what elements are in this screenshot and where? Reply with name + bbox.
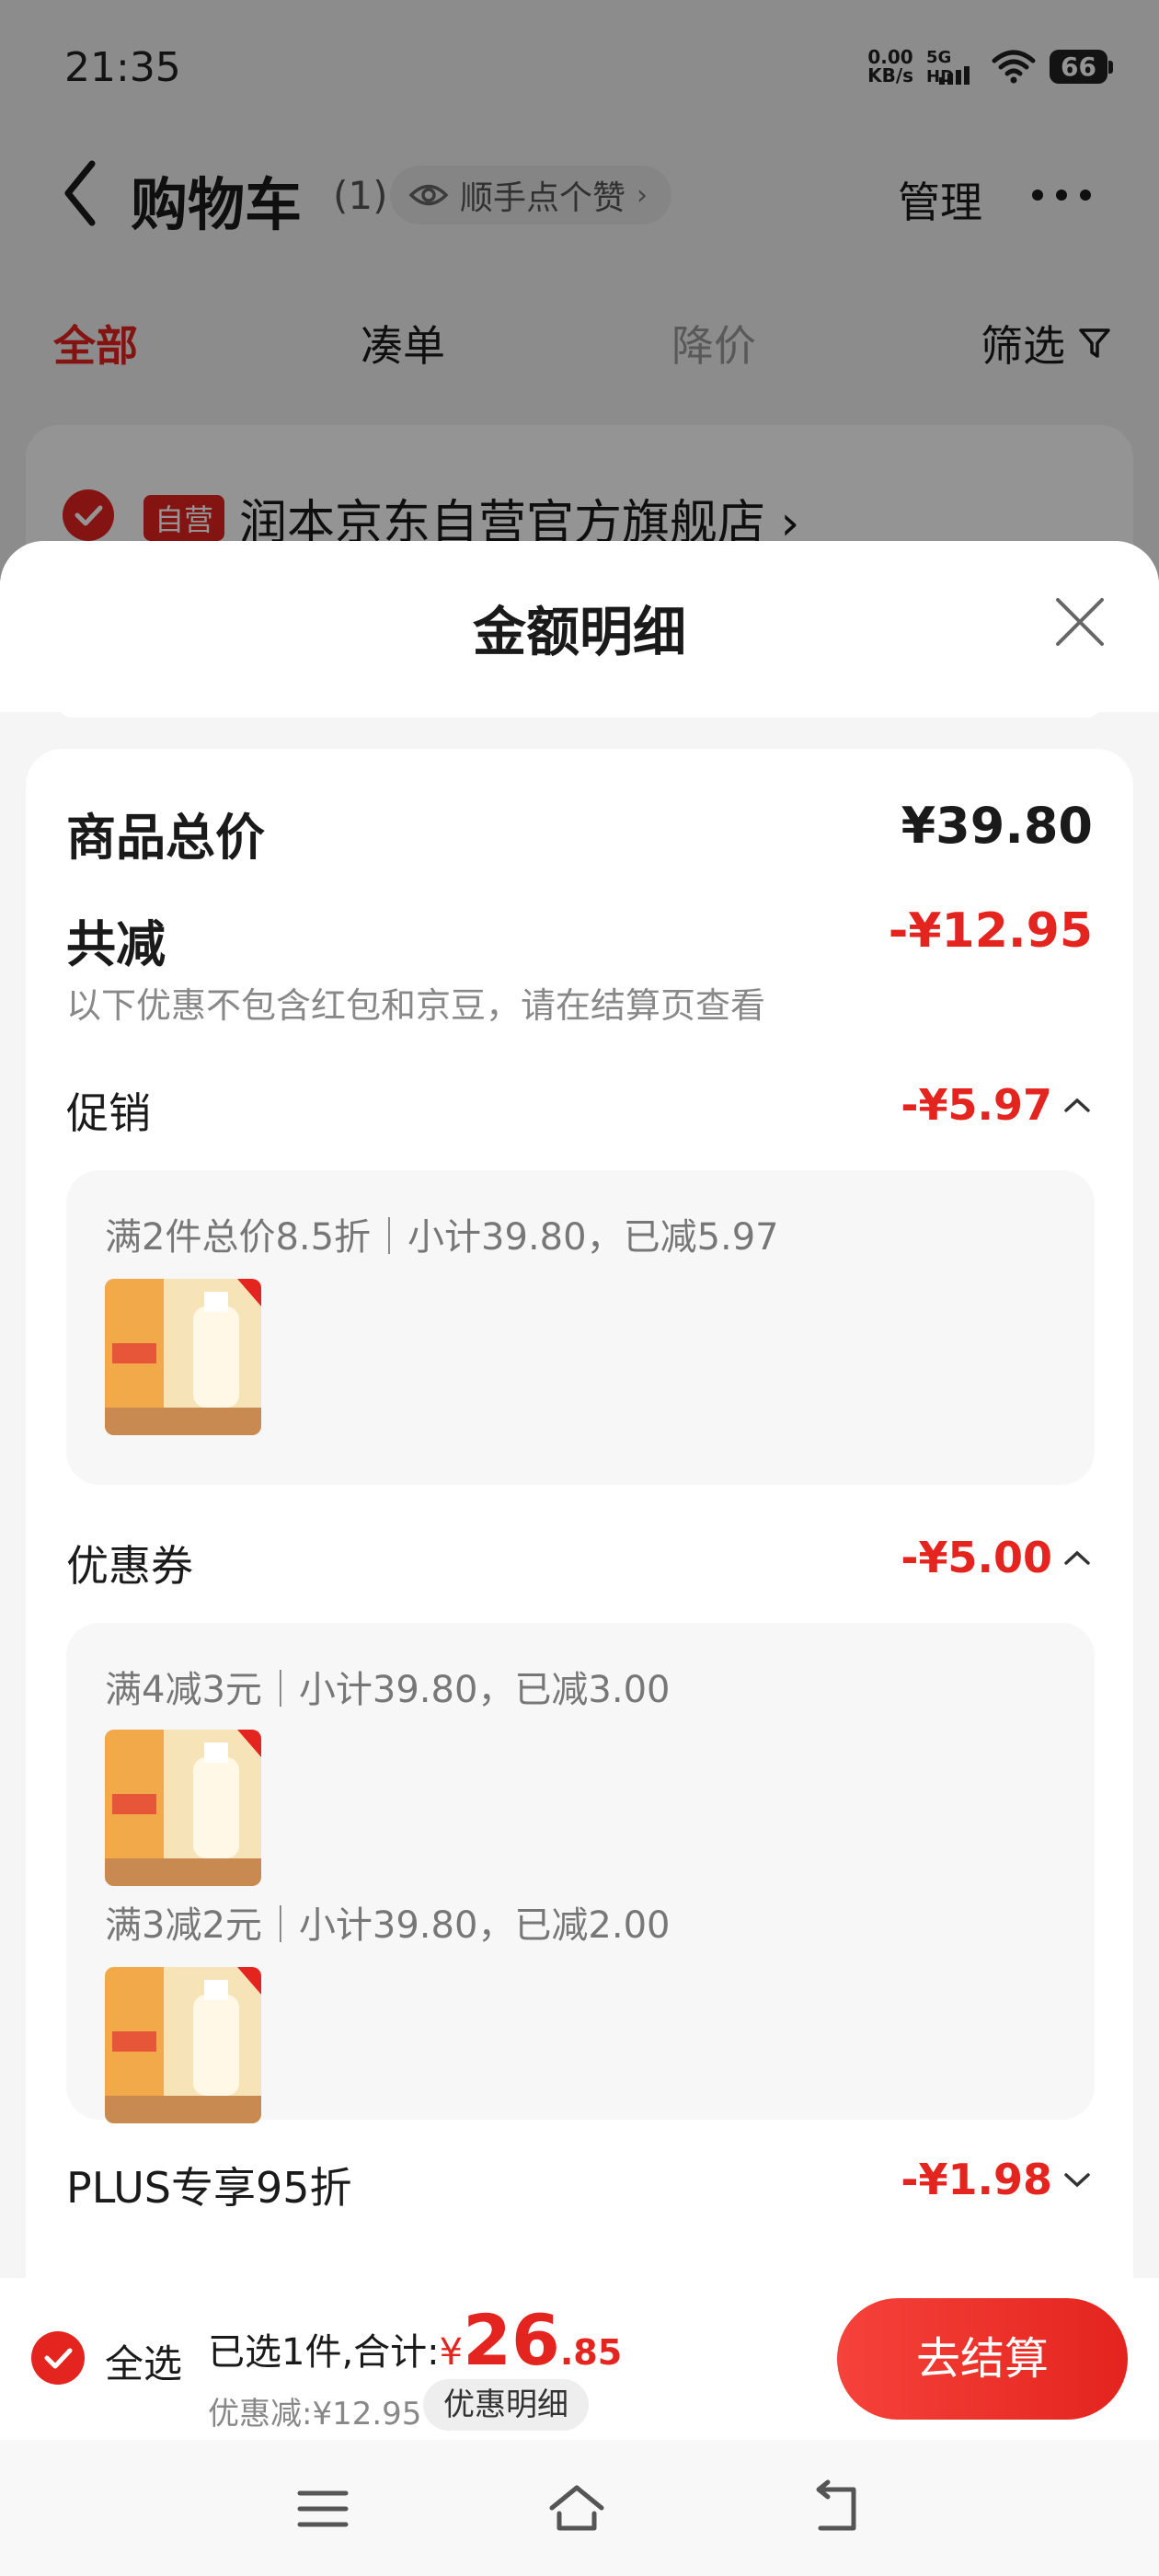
order-summary: 已选1件,合计: ¥ 26 .85 <box>208 2299 623 2381</box>
amount-detail-sheet: 金额明细 商品总价 ¥39.80 共减 -¥12.95 以下优惠不包含红包和京豆… <box>0 541 1159 2576</box>
promotion-label: 促销 <box>66 1088 151 1138</box>
product-image <box>105 1967 261 2123</box>
close-icon[interactable] <box>1052 594 1107 650</box>
sheet-header: 金额明细 <box>0 541 1159 712</box>
coupon-value: -¥5.00 <box>901 1533 1052 1582</box>
promotion-detail-box: 满2件总价8.5折｜小计39.80，已减5.97 <box>66 1170 1095 1485</box>
amount-detail-card: 商品总价 ¥39.80 共减 -¥12.95 以下优惠不包含红包和京豆，请在结算… <box>26 749 1133 2405</box>
chevron-up-icon <box>1064 1098 1090 1112</box>
product-thumbnail <box>105 1279 261 1435</box>
discount-summary: 优惠减:¥12.95 <box>208 2396 422 2432</box>
select-all-checkbox[interactable] <box>31 2331 85 2385</box>
product-thumbnail <box>105 1730 261 1886</box>
total-reduction-value: -¥12.95 <box>888 903 1093 959</box>
chevron-down-icon <box>1064 2173 1090 2188</box>
chevron-up-icon <box>1064 1550 1090 1565</box>
back-icon[interactable] <box>804 2477 868 2541</box>
total-price-label: 商品总价 <box>66 809 265 867</box>
home-icon[interactable] <box>545 2477 609 2541</box>
sheet-title: 金额明细 <box>472 601 686 663</box>
check-icon <box>44 2348 73 2369</box>
checkout-bar: 全选 已选1件,合计: ¥ 26 .85 优惠减:¥12.95 优惠明细 去结算 <box>0 2278 1159 2440</box>
plus-discount-label: PLUS专享95折 <box>66 2163 352 2213</box>
promotion-value: -¥5.97 <box>901 1080 1052 1130</box>
product-thumbnail <box>105 1967 261 2123</box>
coupon-rule: 满3减2元｜小计39.80，已减2.00 <box>105 1904 671 1947</box>
system-nav-bar <box>0 2440 1159 2576</box>
select-all-label[interactable]: 全选 <box>105 2333 182 2389</box>
sheet-divider <box>55 699 1104 718</box>
selected-count-text: 已选1件,合计: <box>208 2331 440 2374</box>
total-price-value: ¥39.80 <box>901 797 1093 855</box>
coupon-label: 优惠券 <box>66 1541 193 1591</box>
currency-symbol: ¥ <box>439 2331 464 2374</box>
coupon-rule: 满4减3元｜小计39.80，已减3.00 <box>105 1669 671 1711</box>
promotion-rule: 满2件总价8.5折｜小计39.80，已减5.97 <box>105 1216 779 1259</box>
checkout-button[interactable]: 去结算 <box>837 2298 1128 2420</box>
menu-icon[interactable] <box>291 2477 355 2541</box>
total-amount-decimal: .85 <box>559 2332 623 2373</box>
plus-discount-toggle[interactable]: -¥1.98 <box>901 2155 1093 2204</box>
coupon-toggle[interactable]: -¥5.00 <box>901 1533 1093 1582</box>
total-amount-integer: 26 <box>463 2299 560 2381</box>
product-image <box>105 1730 261 1886</box>
product-image <box>105 1279 261 1435</box>
total-reduction-label: 共减 <box>66 915 166 973</box>
promotion-toggle[interactable]: -¥5.97 <box>901 1080 1093 1130</box>
reduction-note: 以下优惠不包含红包和京豆，请在结算页查看 <box>66 985 766 1026</box>
discount-detail-button[interactable]: 优惠明细 <box>423 2379 589 2431</box>
plus-discount-value: -¥1.98 <box>901 2155 1052 2204</box>
coupon-detail-box: 满4减3元｜小计39.80，已减3.00 满3减2元｜小计39.80，已减2.0… <box>66 1623 1095 2123</box>
